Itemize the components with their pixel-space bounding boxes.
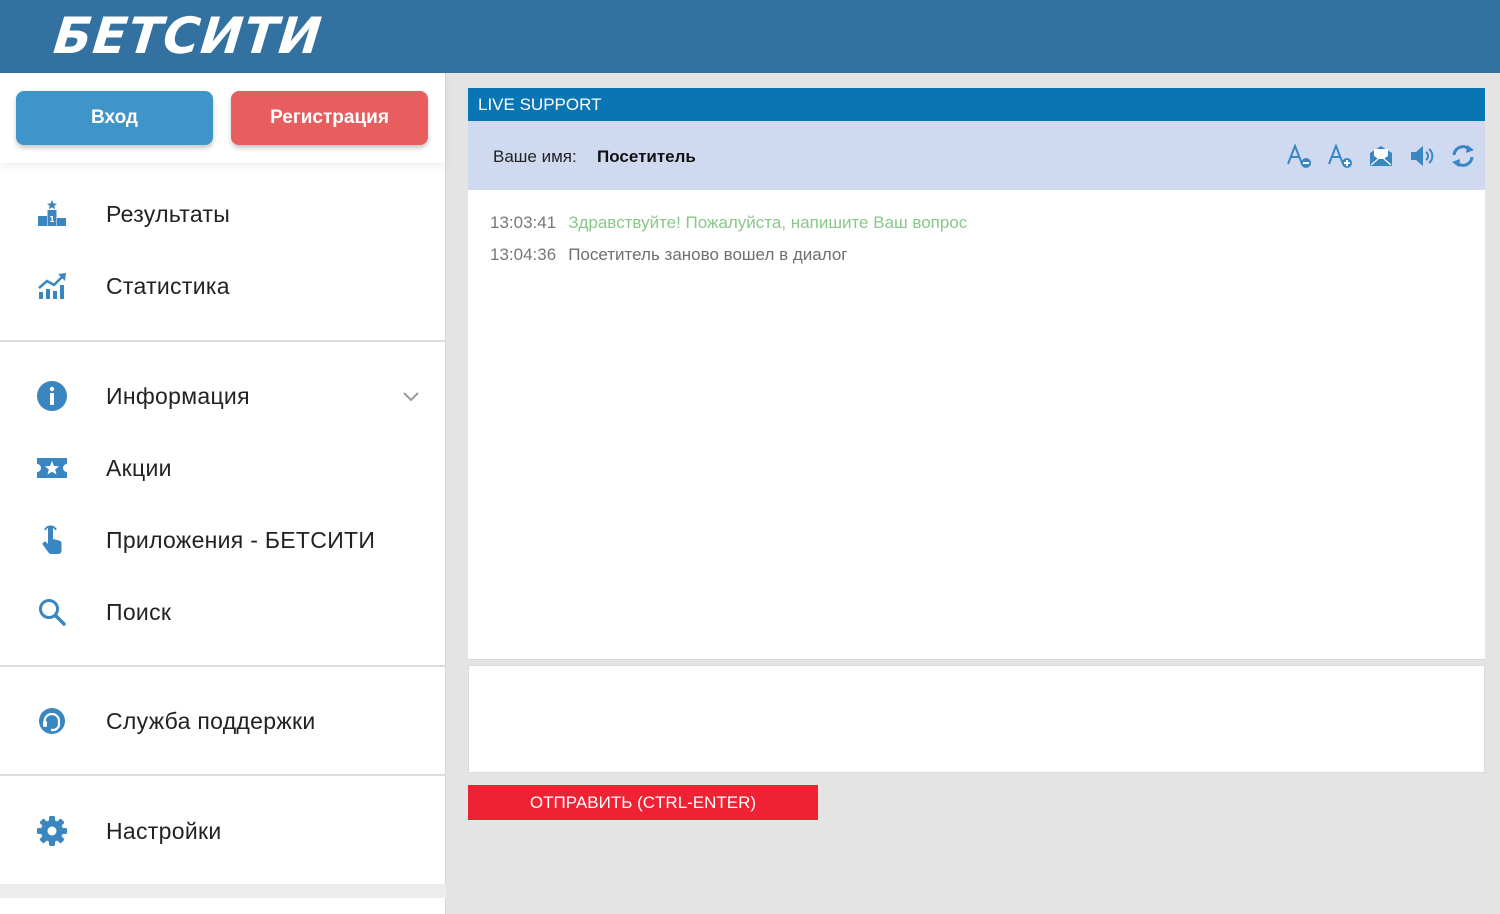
sidebar-item-label: Акции: [106, 454, 172, 481]
sidebar: Вход Регистрация 1 Результаты Статистика…: [0, 73, 446, 914]
chat-message: 13:04:36 Посетитель заново вошел в диалог: [490, 245, 847, 265]
sidebar-item-support[interactable]: Служба поддержки: [0, 693, 446, 749]
info-icon: [34, 378, 70, 414]
search-icon: [34, 594, 70, 630]
sidebar-item-label: Приложения - БЕТСИТИ: [106, 526, 376, 553]
divider: [0, 340, 446, 342]
sidebar-item-search[interactable]: Поиск: [0, 584, 446, 640]
sidebar-item-label: Информация: [106, 382, 250, 409]
message-time: 13:03:41: [490, 213, 557, 232]
message-time: 13:04:36: [490, 245, 557, 264]
chevron-down-icon[interactable]: [400, 385, 422, 407]
divider: [0, 665, 446, 667]
name-label: Ваше имя:: [493, 147, 577, 166]
sidebar-item-label: Поиск: [106, 598, 172, 625]
support-icon: [34, 703, 70, 739]
message-text: Здравствуйте! Пожалуйста, напишите Ваш в…: [568, 213, 968, 232]
gear-icon: [34, 813, 70, 849]
ticket-star-icon: [34, 450, 70, 486]
name-value[interactable]: Посетитель: [597, 147, 696, 167]
sidebar-item-results[interactable]: 1 Результаты: [0, 186, 446, 242]
chart-icon: [34, 268, 70, 304]
message-input[interactable]: [468, 665, 1485, 773]
sidebar-item-settings[interactable]: Настройки: [0, 803, 446, 859]
sound-icon[interactable]: [1408, 142, 1436, 170]
sidebar-item-statistics[interactable]: Статистика: [0, 258, 446, 314]
sidebar-footer: [0, 884, 446, 898]
chat-message: 13:03:41 Здравствуйте! Пожалуйста, напиши…: [490, 213, 967, 233]
message-text: Посетитель заново вошел в диалог: [568, 245, 848, 264]
chat-toolbar: Ваше имя: Посетитель: [468, 121, 1485, 190]
chat-title: LIVE SUPPORT: [468, 88, 1485, 121]
login-button[interactable]: Вход: [16, 91, 213, 145]
font-decrease-icon[interactable]: [1285, 142, 1313, 170]
sidebar-item-label: Служба поддержки: [106, 707, 316, 734]
sidebar-item-information[interactable]: Информация: [0, 368, 446, 424]
sidebar-item-apps[interactable]: Приложения - БЕТСИТИ: [0, 512, 446, 568]
send-button[interactable]: ОТПРАВИТЬ (CTRL-ENTER): [468, 785, 818, 820]
font-increase-icon[interactable]: [1326, 142, 1354, 170]
sidebar-item-promotions[interactable]: Акции: [0, 440, 446, 496]
register-button[interactable]: Регистрация: [231, 91, 428, 145]
logo[interactable]: БЕТСИТИ: [51, 6, 325, 66]
sidebar-item-label: Настройки: [106, 817, 222, 844]
svg-text:1: 1: [49, 215, 55, 224]
divider: [0, 774, 446, 776]
chat-log[interactable]: 13:03:41 Здравствуйте! Пожалуйста, напиши…: [468, 190, 1485, 660]
top-header: БЕТСИТИ: [0, 0, 1500, 73]
refresh-icon[interactable]: [1449, 142, 1477, 170]
sidebar-item-label: Статистика: [106, 272, 230, 299]
sidebar-item-label: Результаты: [106, 200, 231, 227]
email-icon[interactable]: [1367, 142, 1395, 170]
hand-pointer-icon: [34, 522, 70, 558]
auth-panel: Вход Регистрация: [0, 73, 446, 163]
podium-icon: 1: [34, 196, 70, 232]
